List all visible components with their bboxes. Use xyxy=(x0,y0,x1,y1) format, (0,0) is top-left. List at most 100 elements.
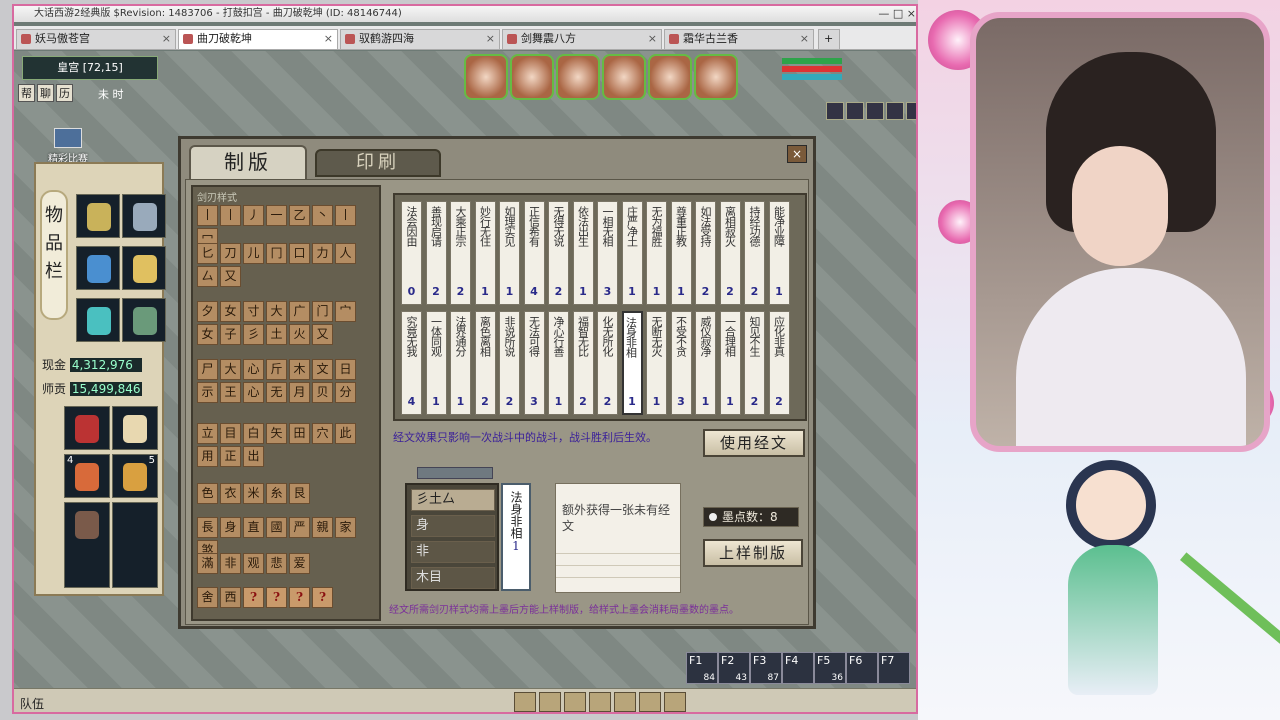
stroke-tile[interactable]: 白 xyxy=(243,423,264,444)
buff-icon[interactable] xyxy=(826,102,844,120)
stroke-tile[interactable]: 厶 xyxy=(197,266,218,287)
stroke-tile[interactable]: 家 xyxy=(335,517,356,538)
stroke-tile[interactable]: 无 xyxy=(266,382,287,403)
stroke-tile[interactable]: 正 xyxy=(220,446,241,467)
menu-icon[interactable] xyxy=(514,692,536,712)
stroke-tile[interactable]: 西 xyxy=(220,587,241,608)
close-icon[interactable]: × xyxy=(648,30,657,48)
stroke-tile[interactable]: 女 xyxy=(197,324,218,345)
menu-icon[interactable] xyxy=(614,692,636,712)
stroke-tile[interactable]: 國 xyxy=(266,517,287,538)
hotkey-f1[interactable]: F1 84 xyxy=(686,652,718,684)
stroke-tile[interactable]: 日 xyxy=(335,359,356,380)
stroke-tile[interactable]: ? xyxy=(289,587,310,608)
stroke-tile[interactable]: 儿 xyxy=(243,243,264,264)
stroke-tile[interactable]: 一 xyxy=(266,205,287,226)
stroke-tile[interactable]: 丿 xyxy=(243,205,264,226)
new-tab-button[interactable]: + xyxy=(818,29,840,49)
inventory-slot[interactable] xyxy=(76,194,120,238)
tab-1[interactable]: 曲刀破乾坤 × xyxy=(178,29,338,49)
stroke-tile[interactable]: 木 xyxy=(289,359,310,380)
compose-row[interactable]: 彡土厶 xyxy=(411,489,495,511)
inventory-slot[interactable] xyxy=(122,246,166,290)
tab-4[interactable]: 霜华古兰香 × xyxy=(664,29,814,49)
use-sutra-button[interactable]: 使用经文 xyxy=(703,429,805,457)
portrait[interactable] xyxy=(464,54,508,100)
stroke-tile[interactable]: 子 xyxy=(220,324,241,345)
stroke-tile[interactable]: 女 xyxy=(220,301,241,322)
close-icon[interactable]: × xyxy=(800,30,809,48)
close-icon[interactable]: × xyxy=(324,30,333,48)
menu-icon[interactable] xyxy=(564,692,586,712)
event-button[interactable]: 精彩比赛 xyxy=(40,128,96,166)
mini-button-2[interactable]: 聊 xyxy=(37,84,54,102)
hotkey-f2[interactable]: F2 43 xyxy=(718,652,750,684)
buff-icon[interactable] xyxy=(906,102,916,120)
print-plate-button[interactable]: 上样制版 xyxy=(703,539,803,567)
stroke-tile[interactable]: 示 xyxy=(197,382,218,403)
tab-print[interactable]: 印刷 xyxy=(315,149,441,177)
stroke-tile[interactable]: 门 xyxy=(312,301,333,322)
menu-icon[interactable] xyxy=(539,692,561,712)
compose-row[interactable]: 非 xyxy=(411,541,495,563)
stroke-tile[interactable]: 用 xyxy=(197,446,218,467)
hotkey-f3[interactable]: F3 87 xyxy=(750,652,782,684)
stroke-tile[interactable]: 力 xyxy=(312,243,333,264)
stroke-tile[interactable]: 寸 xyxy=(243,301,264,322)
inventory-slot[interactable]: 4 xyxy=(64,454,110,498)
stroke-tile[interactable]: 心 xyxy=(243,382,264,403)
stroke-tile[interactable]: 丨 xyxy=(220,205,241,226)
stroke-tile[interactable]: 乙 xyxy=(289,205,310,226)
stroke-tile[interactable]: 广 xyxy=(289,301,310,322)
stroke-tile[interactable]: ? xyxy=(243,587,264,608)
hotkey-f6[interactable]: F6 xyxy=(846,652,878,684)
inventory-slot[interactable] xyxy=(122,194,166,238)
team-label[interactable]: 队伍 xyxy=(20,695,44,712)
stroke-tile[interactable]: 大 xyxy=(266,301,287,322)
tab-0[interactable]: 妖马傲苍宫 × xyxy=(16,29,176,49)
compose-row[interactable]: 木目 xyxy=(411,567,495,589)
menu-icon[interactable] xyxy=(589,692,611,712)
stroke-tile[interactable]: 夕 xyxy=(197,301,218,322)
stroke-tile[interactable]: 目 xyxy=(220,423,241,444)
stroke-tile[interactable]: 火 xyxy=(289,324,310,345)
stroke-tile[interactable]: 衣 xyxy=(220,483,241,504)
stroke-tile[interactable]: 矢 xyxy=(266,423,287,444)
stroke-tile[interactable]: 又 xyxy=(312,324,333,345)
stroke-tile[interactable]: 丨 xyxy=(197,205,218,226)
mini-button-3[interactable]: 历 xyxy=(56,84,73,102)
portrait[interactable] xyxy=(648,54,692,100)
inventory-slot[interactable] xyxy=(122,298,166,342)
stroke-tile[interactable]: 匕 xyxy=(197,243,218,264)
inventory-slot[interactable] xyxy=(76,246,120,290)
stroke-tile[interactable]: 色 xyxy=(197,483,218,504)
stroke-tile[interactable]: 田 xyxy=(289,423,310,444)
inventory-slot[interactable] xyxy=(76,298,120,342)
selected-card[interactable]: 法身非相1 xyxy=(501,483,531,591)
portrait[interactable] xyxy=(510,54,554,100)
portrait[interactable] xyxy=(694,54,738,100)
stroke-tile[interactable]: 艮 xyxy=(289,483,310,504)
stroke-tile[interactable]: 土 xyxy=(266,324,287,345)
stroke-tile[interactable]: 文 xyxy=(312,359,333,380)
buff-icon[interactable] xyxy=(886,102,904,120)
stroke-tile[interactable]: 長 xyxy=(197,517,218,538)
inventory-slot[interactable] xyxy=(112,502,158,588)
inventory-slot[interactable] xyxy=(112,406,158,450)
stroke-tile[interactable]: 糸 xyxy=(266,483,287,504)
close-icon[interactable]: × xyxy=(162,30,171,48)
mini-button-1[interactable]: 帮 xyxy=(18,84,35,102)
stroke-tile[interactable]: 心 xyxy=(243,359,264,380)
inventory-slot[interactable] xyxy=(64,502,110,588)
stroke-tile[interactable]: 舍 xyxy=(197,587,218,608)
stroke-tile[interactable]: 贝 xyxy=(312,382,333,403)
window-controls[interactable]: — □ × xyxy=(878,6,916,22)
stroke-tile[interactable]: 悲 xyxy=(266,553,287,574)
menu-icon[interactable] xyxy=(664,692,686,712)
stroke-tile[interactable]: 彡 xyxy=(243,324,264,345)
stroke-tile[interactable]: 米 xyxy=(243,483,264,504)
tab-make-plate[interactable]: 制版 xyxy=(189,145,307,179)
stroke-tile[interactable]: 大 xyxy=(220,359,241,380)
stroke-tile[interactable]: ? xyxy=(312,587,333,608)
portrait[interactable] xyxy=(602,54,646,100)
